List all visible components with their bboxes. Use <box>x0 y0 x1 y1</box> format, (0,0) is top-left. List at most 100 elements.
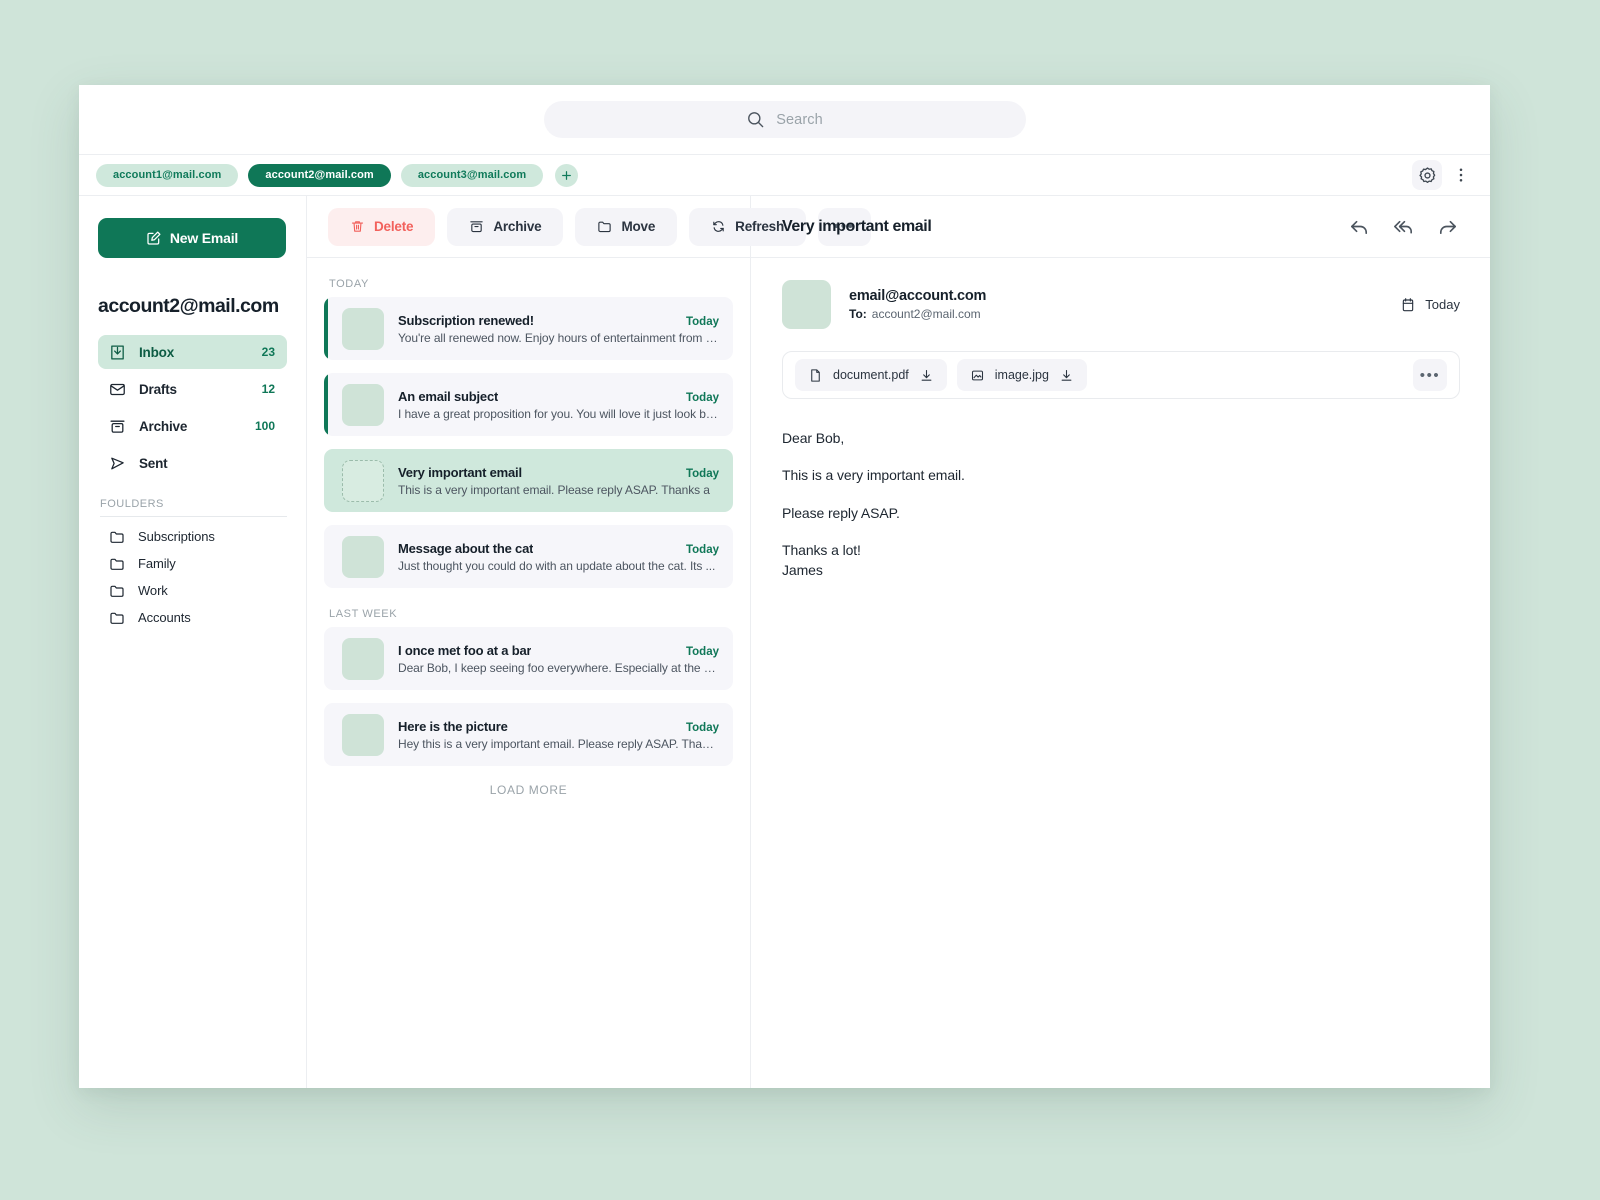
page-title: Very important email <box>782 217 932 235</box>
recipient-line: To: account2@mail.com <box>849 307 986 321</box>
mail-preview: This is a very important email. Please r… <box>398 482 710 497</box>
mail-preview: You're all renewed now. Enjoy hours of e… <box>398 330 719 345</box>
email-date: Today <box>1400 297 1460 313</box>
mail-top-row: Message about the cat Today <box>398 541 719 556</box>
table-row[interactable]: An email subject Today I have a great pr… <box>324 373 733 436</box>
sender-info: email@account.com To: account2@mail.com <box>831 288 986 321</box>
email-list-scroll[interactable]: TODAY Subscription renewed! Today You're… <box>307 258 750 1088</box>
avatar <box>342 713 384 756</box>
paper-plane-icon <box>109 455 126 472</box>
sidebar-item-inbox[interactable]: Inbox 23 <box>98 335 287 369</box>
mail-date: Today <box>685 543 719 556</box>
download-icon[interactable] <box>1059 368 1074 383</box>
reply-all-button[interactable] <box>1390 214 1416 240</box>
mail-subject: I once met foo at a bar <box>398 642 532 658</box>
search-input[interactable]: Search <box>543 101 1026 138</box>
mail-date: Today <box>685 645 719 658</box>
email-list-column: Delete Archive Move Refresh ••• TODAY Su… <box>307 196 871 1088</box>
accounts-bar-actions <box>1412 160 1476 190</box>
mail-subject: Here is the picture <box>398 718 508 734</box>
mail-preview: Dear Bob, I keep seeing foo everywhere. … <box>398 660 719 675</box>
download-icon[interactable] <box>919 368 934 383</box>
mail-preview: Just thought you could do with an update… <box>398 558 716 573</box>
table-row[interactable]: I once met foo at a bar Today Dear Bob, … <box>324 627 733 690</box>
folder-item-subscriptions[interactable]: Subscriptions <box>98 523 287 550</box>
mail-top-row: Here is the picture Today <box>398 719 719 734</box>
reading-pane-actions <box>1346 214 1460 240</box>
table-row[interactable]: Here is the picture Today Hey this is a … <box>324 703 733 766</box>
forward-button[interactable] <box>1434 214 1460 240</box>
attachment-name: document.pdf <box>833 368 909 382</box>
folder-item-family[interactable]: Family <box>98 550 287 577</box>
folder-icon <box>109 529 125 545</box>
mail-text-block: Message about the cat Today Just thought… <box>384 541 719 573</box>
avatar <box>342 535 384 578</box>
attachment-document-pdf[interactable]: document.pdf <box>795 359 947 391</box>
mail-preview: I have a great proposition for you. You … <box>398 406 719 421</box>
sidebar-item-archive[interactable]: Archive 100 <box>98 409 287 443</box>
folder-item-accounts[interactable]: Accounts <box>98 604 287 631</box>
sender-row: email@account.com To: account2@mail.com T… <box>751 258 1490 329</box>
account-tab-1[interactable]: account1@mail.com <box>96 163 239 187</box>
sidebar-count-drafts: 12 <box>261 382 275 396</box>
reply-all-icon <box>1392 215 1415 238</box>
mail-subject: An email subject <box>398 388 499 404</box>
folder-icon <box>109 610 125 626</box>
table-row[interactable]: Very important email Today This is a ver… <box>324 449 733 512</box>
folder-label-work: Work <box>138 583 168 598</box>
move-label: Move <box>621 219 656 234</box>
folder-item-work[interactable]: Work <box>98 577 287 604</box>
table-row[interactable]: Subscription renewed! Today You're all r… <box>324 297 733 360</box>
mail-subject: Very important email <box>398 464 522 480</box>
body-signature: James <box>782 562 823 579</box>
sidebar-item-drafts[interactable]: Drafts 12 <box>98 372 287 406</box>
sidebar-item-sent[interactable]: Sent <box>98 446 287 480</box>
sidebar-item-label-drafts: Drafts <box>139 381 177 397</box>
mail-text-block: I once met foo at a bar Today Dear Bob, … <box>384 643 719 675</box>
new-email-label: New Email <box>169 230 239 246</box>
move-button[interactable]: Move <box>575 207 678 246</box>
body-paragraph-3: Please reply ASAP. <box>782 504 900 521</box>
mail-text-block: Here is the picture Today Hey this is a … <box>384 719 719 751</box>
attachment-name: image.jpg <box>994 368 1049 382</box>
reply-button[interactable] <box>1346 214 1372 240</box>
folder-icon <box>597 219 612 234</box>
sidebar-count-archive: 100 <box>254 419 275 433</box>
more-options-button[interactable] <box>1446 160 1476 190</box>
image-icon <box>970 368 985 383</box>
reply-icon <box>1348 215 1371 238</box>
mail-text-block: Very important email Today This is a ver… <box>384 465 719 497</box>
account-tab-2[interactable]: account2@mail.com <box>248 163 391 187</box>
avatar <box>782 280 831 329</box>
mail-text-block: Subscription renewed! Today You're all r… <box>384 313 719 345</box>
mail-top-row: I once met foo at a bar Today <box>398 643 719 658</box>
new-email-button[interactable]: New Email <box>98 218 286 258</box>
folder-label-subscriptions: Subscriptions <box>138 529 215 544</box>
archive-button[interactable]: Archive <box>447 207 564 246</box>
body-thanks: Thanks a lot! <box>782 541 861 558</box>
main-body: New Email account2@mail.com Inbox 23 Dra… <box>79 196 1490 1088</box>
delete-button[interactable]: Delete <box>328 207 436 246</box>
add-account-button[interactable] <box>555 163 579 187</box>
mail-text-block: An email subject Today I have a great pr… <box>384 389 719 421</box>
sidebar-nav: Inbox 23 Drafts 12 Archive 100 Sent <box>98 335 287 480</box>
email-toolbar: Delete Archive Move Refresh ••• <box>307 196 871 258</box>
settings-button[interactable] <box>1412 160 1442 190</box>
mail-top-row: Very important email Today <box>398 465 719 480</box>
attachment-image-jpg[interactable]: image.jpg <box>956 359 1087 391</box>
forward-icon <box>1436 215 1459 238</box>
mail-top-row: An email subject Today <box>398 389 719 404</box>
mail-subject: Message about the cat <box>398 540 534 556</box>
horizontal-dots-icon: ••• <box>1419 366 1441 384</box>
attachments-more-button[interactable]: ••• <box>1413 359 1447 391</box>
account-tab-3[interactable]: account3@mail.com <box>400 163 544 187</box>
account-tab-list: account1@mail.com account2@mail.com acco… <box>96 163 579 187</box>
mail-date: Today <box>685 391 719 404</box>
table-row[interactable]: Message about the cat Today Just thought… <box>324 525 733 588</box>
folder-list: Subscriptions Family Work Accounts <box>98 523 287 631</box>
group-label-last-week: LAST WEEK <box>329 608 398 620</box>
load-more-button[interactable]: LOAD MORE <box>324 783 733 797</box>
avatar <box>342 637 384 680</box>
reading-pane: Very important email email@account.com T… <box>751 196 1490 1088</box>
sidebar-count-inbox: 23 <box>261 345 275 359</box>
